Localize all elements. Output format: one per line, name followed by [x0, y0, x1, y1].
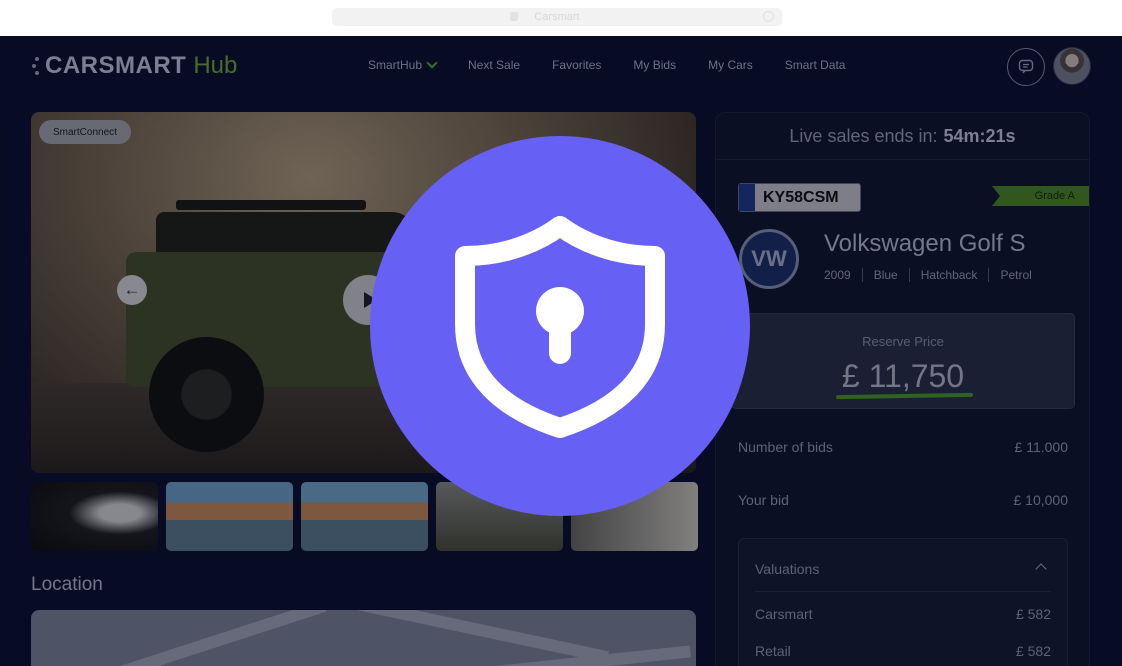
nav-my-cars[interactable]: My Cars: [708, 58, 753, 72]
chevron-down-icon: [426, 57, 438, 69]
spec-year: 2009: [824, 268, 851, 282]
bids-value: £ 11.000: [1014, 439, 1068, 455]
logo-sub: Hub: [193, 52, 238, 79]
smartconnect-badge[interactable]: SmartConnect: [39, 120, 131, 144]
reserve-price-card: Reserve Price £ 11,750: [731, 313, 1075, 409]
sale-timer: Live sales ends in: 54m:21s: [716, 113, 1089, 160]
reload-icon[interactable]: [763, 11, 774, 22]
main-nav: SmartHub Next Sale Favorites My Bids My …: [368, 57, 846, 72]
chat-button[interactable]: [1007, 48, 1045, 86]
nav-smarthub-label: SmartHub: [368, 58, 423, 72]
plate-number: KY58CSM: [763, 188, 839, 206]
lock-icon: [510, 12, 518, 21]
your-bid-label: Your bid: [738, 492, 789, 508]
nav-favorites[interactable]: Favorites: [552, 58, 601, 72]
logo-mark-icon: [32, 53, 42, 79]
chat-icon: [1018, 59, 1034, 74]
timer-label: Live sales ends in:: [789, 125, 938, 146]
location-title: Location: [31, 574, 103, 595]
reserve-price-value: £ 11,750: [841, 358, 965, 394]
nav-smart-data[interactable]: Smart Data: [785, 58, 846, 72]
browser-toolbar: Carsmart: [0, 0, 1122, 36]
chevron-up-icon[interactable]: [1035, 563, 1047, 575]
nav-next-sale[interactable]: Next Sale: [468, 58, 520, 72]
sale-panel: Live sales ends in: 54m:21s KY58CSM Grad…: [715, 112, 1090, 666]
shield-keyhole-icon: [455, 216, 665, 438]
nav-my-bids[interactable]: My Bids: [633, 58, 676, 72]
vehicle-specs: 2009 Blue Hatchback Petrol: [824, 268, 1043, 282]
thumbnail[interactable]: [31, 482, 158, 551]
spec-body: Hatchback: [908, 268, 989, 282]
bids-row: Number of bids £ 11.000: [738, 439, 1068, 455]
valuation-value: £ 582: [1015, 606, 1051, 622]
timer-value: 54m:21s: [943, 125, 1016, 146]
spec-color: Blue: [861, 268, 909, 282]
thumbnail[interactable]: [166, 482, 293, 551]
logo-text: CARSMART: [45, 52, 187, 79]
valuation-row: Retail £ 582: [755, 643, 1051, 659]
brand-logo: VW: [739, 229, 799, 289]
logo[interactable]: CARSMART Hub: [32, 52, 237, 80]
your-bid-value: £ 10,000: [1013, 492, 1069, 508]
security-badge: [370, 136, 750, 516]
address-bar-title: Carsmart: [534, 11, 580, 23]
valuation-value: £ 582: [1015, 643, 1051, 659]
valuation-label: Retail: [755, 643, 791, 659]
arrow-left-icon: ←: [123, 280, 141, 299]
location-map[interactable]: [31, 610, 696, 666]
divider: [755, 591, 1051, 592]
license-plate: KY58CSM: [738, 183, 861, 212]
vehicle-roof-rack: [176, 200, 366, 210]
spec-fuel: Petrol: [988, 268, 1042, 282]
reserve-price-label: Reserve Price: [862, 334, 944, 349]
address-bar[interactable]: Carsmart: [332, 8, 782, 26]
nav-smarthub[interactable]: SmartHub: [368, 57, 438, 72]
thumbnail[interactable]: [301, 482, 428, 551]
valuation-row: Carsmart £ 582: [755, 606, 1051, 622]
vehicle-model: Volkswagen Golf S: [824, 230, 1026, 257]
prev-image-button[interactable]: ←: [117, 275, 147, 305]
plate-flag: [739, 184, 755, 211]
grade-badge: Grade A: [992, 186, 1089, 206]
bids-label: Number of bids: [738, 439, 833, 455]
valuations-title: Valuations: [755, 561, 820, 577]
user-avatar[interactable]: [1053, 47, 1091, 85]
valuations-accordion[interactable]: Valuations Carsmart £ 582 Retail £ 582: [738, 538, 1068, 666]
your-bid-row: Your bid £ 10,000: [738, 492, 1068, 508]
valuation-label: Carsmart: [755, 606, 813, 622]
vehicle-wheel: [149, 337, 264, 452]
